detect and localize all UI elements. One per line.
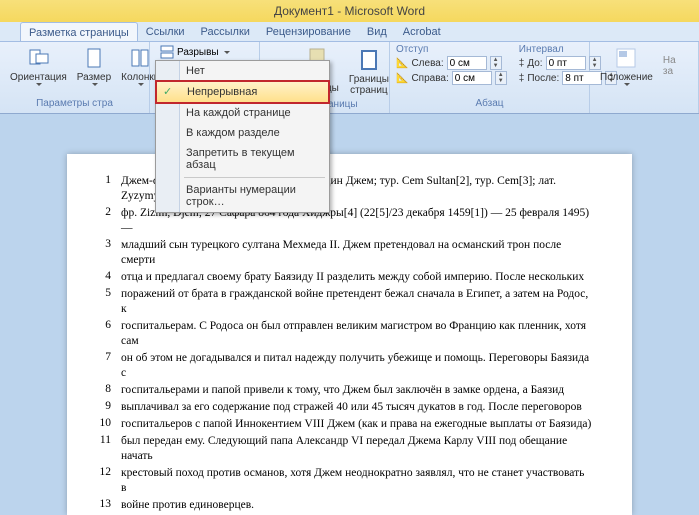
text-line[interactable]: 8госпитальерами и папой привели к тому, …: [97, 383, 592, 398]
text-line[interactable]: 13войне против единоверцев.: [97, 498, 592, 513]
line-number: 8: [97, 383, 121, 398]
text-line[interactable]: 4отца и предлагал своему брату Баязиду I…: [97, 270, 592, 285]
columns-icon: [128, 46, 152, 70]
line-number: 3: [97, 238, 121, 268]
title-bar: Документ1 - Microsoft Word: [0, 0, 699, 22]
size-icon: [82, 46, 106, 70]
line-number: 4: [97, 270, 121, 285]
line-number: 7: [97, 351, 121, 381]
position-icon: [614, 46, 638, 70]
text-line[interactable]: 3младший сын турецкого султана Мехмеда I…: [97, 238, 592, 268]
tab-mailings[interactable]: Рассылки: [193, 22, 258, 41]
line-text[interactable]: войне против единоверцев.: [121, 498, 254, 513]
line-number: 6: [97, 319, 121, 349]
menu-item-options[interactable]: Варианты нумерации строк…: [156, 180, 329, 212]
line-number: 1: [97, 174, 121, 204]
tab-review[interactable]: Рецензирование: [258, 22, 359, 41]
send-back-truncated[interactable]: На за: [663, 55, 676, 77]
tab-references[interactable]: Ссылки: [138, 22, 193, 41]
menu-item-suppress[interactable]: Запретить в текущем абзац: [156, 143, 329, 175]
indent-left-icon: 📐: [396, 58, 408, 69]
line-number: 5: [97, 287, 121, 317]
orientation-button[interactable]: Ориентация: [6, 44, 71, 88]
before-icon: ‡: [519, 58, 525, 69]
indent-left-input[interactable]: [447, 56, 487, 70]
text-line[interactable]: 6госпитальерам. С Родоса он был отправле…: [97, 319, 592, 349]
chevron-down-icon: [224, 51, 230, 54]
line-text[interactable]: госпитальеров с папой Иннокентием VIII Д…: [121, 417, 591, 432]
workspace: 1Джем-султан, или Джем, Зизим (Гияс ад-Д…: [0, 114, 699, 515]
text-line[interactable]: 7он об этом не догадывался и питал надеж…: [97, 351, 592, 381]
spinner[interactable]: ▲▼: [490, 56, 502, 70]
size-button[interactable]: Размер: [73, 44, 115, 88]
menu-item-each-page[interactable]: На каждой странице: [156, 103, 329, 123]
text-line[interactable]: 9выплачивал за его содержание под страже…: [97, 400, 592, 415]
ribbon-tabs: Разметка страницы Ссылки Рассылки Реценз…: [0, 22, 699, 42]
line-text[interactable]: младший сын турецкого султана Мехмеда II…: [121, 238, 592, 268]
document-page[interactable]: 1Джем-султан, или Джем, Зизим (Гияс ад-Д…: [67, 154, 632, 515]
spacing-before-input[interactable]: [546, 56, 586, 70]
menu-item-none[interactable]: Нет: [156, 61, 329, 81]
line-number: 11: [97, 434, 121, 464]
indent-header: Отступ: [396, 44, 507, 55]
line-text[interactable]: крестовый поход против османов, хотя Дже…: [121, 466, 592, 496]
chevron-down-icon: [92, 83, 98, 86]
line-number: 2: [97, 206, 121, 236]
group-label-page-setup: Параметры стра: [6, 98, 143, 111]
group-label-paragraph: Абзац: [396, 98, 583, 111]
tab-view[interactable]: Вид: [359, 22, 395, 41]
check-icon: ✓: [163, 85, 172, 98]
page-borders-icon: [357, 48, 381, 72]
text-line[interactable]: 10госпитальеров с папой Иннокентием VIII…: [97, 417, 592, 432]
tab-acrobat[interactable]: Acrobat: [395, 22, 449, 41]
breaks-button[interactable]: Разрывы: [156, 44, 253, 60]
after-icon: ‡: [519, 73, 525, 84]
chevron-down-icon: [138, 83, 144, 86]
spinner[interactable]: ▲▼: [495, 71, 507, 85]
line-text[interactable]: госпитальерами и папой привели к тому, ч…: [121, 383, 564, 398]
line-text[interactable]: поражений от брата в гражданской войне п…: [121, 287, 592, 317]
line-number: 12: [97, 466, 121, 496]
line-numbers-menu: Нет ✓Непрерывная На каждой странице В ка…: [155, 60, 330, 213]
menu-item-each-section[interactable]: В каждом разделе: [156, 123, 329, 143]
page-borders-button[interactable]: Границы страниц: [345, 46, 393, 98]
chevron-down-icon: [36, 83, 42, 86]
ribbon: Ориентация Размер Колонки Параметры стра…: [0, 42, 699, 114]
line-text[interactable]: он об этом не догадывался и питал надежд…: [121, 351, 592, 381]
menu-item-continuous[interactable]: ✓Непрерывная: [155, 80, 330, 104]
line-text[interactable]: был передан ему. Следующий папа Александ…: [121, 434, 592, 464]
chevron-down-icon: [624, 83, 630, 86]
indent-right-input[interactable]: [452, 71, 492, 85]
line-text[interactable]: отца и предлагал своему брату Баязиду II…: [121, 270, 584, 285]
orientation-icon: [26, 46, 50, 70]
breaks-icon: [160, 45, 174, 59]
text-line[interactable]: 12крестовый поход против османов, хотя Д…: [97, 466, 592, 496]
line-text[interactable]: госпитальерам. С Родоса он был отправлен…: [121, 319, 592, 349]
text-line[interactable]: 11был передан ему. Следующий папа Алекса…: [97, 434, 592, 464]
text-line[interactable]: 5поражений от брата в гражданской войне …: [97, 287, 592, 317]
line-text[interactable]: выплачивал за его содержание под стражей…: [121, 400, 582, 415]
line-number: 9: [97, 400, 121, 415]
indent-right-icon: 📐: [396, 73, 408, 84]
tab-page-layout[interactable]: Разметка страницы: [20, 22, 138, 41]
line-number: 10: [97, 417, 121, 432]
position-button[interactable]: Положение: [596, 44, 657, 88]
line-number: 13: [97, 498, 121, 513]
